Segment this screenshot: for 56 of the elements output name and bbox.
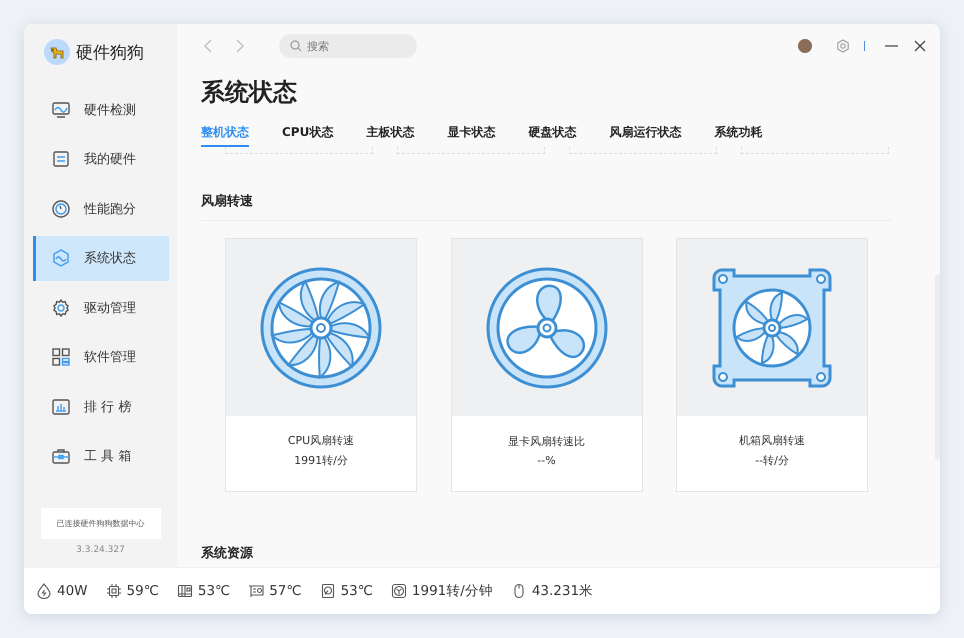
section-title: 系统资源 xyxy=(201,544,254,563)
sidebar-item[interactable]: 硬件检测 xyxy=(33,87,169,132)
section-title: 风扇转速 xyxy=(201,192,892,221)
fan-speed-value: --% xyxy=(537,454,556,467)
fan-speed-value: 1991转/分 xyxy=(294,453,348,468)
connection-status: 已连接硬件狗狗数据中心 xyxy=(40,508,160,539)
user-avatar[interactable] xyxy=(798,39,812,53)
fan-icon xyxy=(259,266,383,390)
sidebar-item[interactable]: 性能跑分 xyxy=(33,186,169,231)
sidebar-item[interactable]: 排 行 榜 xyxy=(33,384,169,429)
scrollbar-thumb[interactable] xyxy=(935,274,940,460)
status-reading: 53℃ xyxy=(198,583,230,599)
sidebar-item[interactable]: 工 具 箱 xyxy=(33,434,169,478)
close-icon[interactable] xyxy=(914,40,926,52)
sidebar-item[interactable]: 我的硬件 xyxy=(33,136,169,182)
gauge-icon xyxy=(51,198,71,218)
page-title: 系统状态 xyxy=(201,77,298,108)
settings-icon xyxy=(51,298,71,318)
search-icon xyxy=(290,40,302,52)
search-field[interactable]: 搜索 xyxy=(279,34,417,58)
power-icon xyxy=(36,583,52,599)
apps-icon xyxy=(51,347,71,367)
version-label: 3.3.24.327 xyxy=(76,545,125,555)
sidebar-item[interactable]: 软件管理 xyxy=(33,334,169,380)
tab[interactable]: 硬盘状态 xyxy=(528,124,576,147)
fan-label: CPU风扇转速 xyxy=(288,433,354,448)
fan-speed-value: --转/分 xyxy=(755,453,789,468)
minimize-icon[interactable] xyxy=(885,45,898,47)
board-icon xyxy=(176,583,193,599)
board-icon xyxy=(51,149,71,169)
status-reading: 40W xyxy=(57,583,88,599)
tab[interactable]: 系统功耗 xyxy=(714,124,762,147)
cpu-icon xyxy=(106,583,122,599)
tab[interactable]: 风扇运行状态 xyxy=(609,124,682,147)
case-fan-icon xyxy=(710,266,834,390)
sidebar-item[interactable]: 驱动管理 xyxy=(33,285,169,330)
dog-logo-icon xyxy=(44,39,70,65)
monitor-icon xyxy=(51,100,71,120)
tab[interactable]: 显卡状态 xyxy=(447,124,496,147)
status-reading: 57℃ xyxy=(269,583,302,599)
sidebar-item[interactable]: 系统状态 xyxy=(33,236,169,280)
status-icon xyxy=(51,248,71,268)
status-reading: 43.231米 xyxy=(532,582,594,600)
settings-icon[interactable] xyxy=(836,39,850,53)
status-reading: 53℃ xyxy=(340,583,373,599)
status-reading: 1991转/分钟 xyxy=(412,582,493,600)
status-reading: 59℃ xyxy=(126,583,159,599)
app-name: 硬件狗狗 xyxy=(76,42,144,64)
tab[interactable]: 主板状态 xyxy=(366,124,414,147)
gpu-icon xyxy=(248,583,264,599)
chart-icon xyxy=(51,396,71,416)
fan-label: 机箱风扇转速 xyxy=(739,433,805,448)
fan-icon xyxy=(484,266,608,390)
tab[interactable]: CPU状态 xyxy=(282,124,334,147)
fan-label: 显卡风扇转速比 xyxy=(508,434,585,449)
fan-icon xyxy=(390,583,407,599)
